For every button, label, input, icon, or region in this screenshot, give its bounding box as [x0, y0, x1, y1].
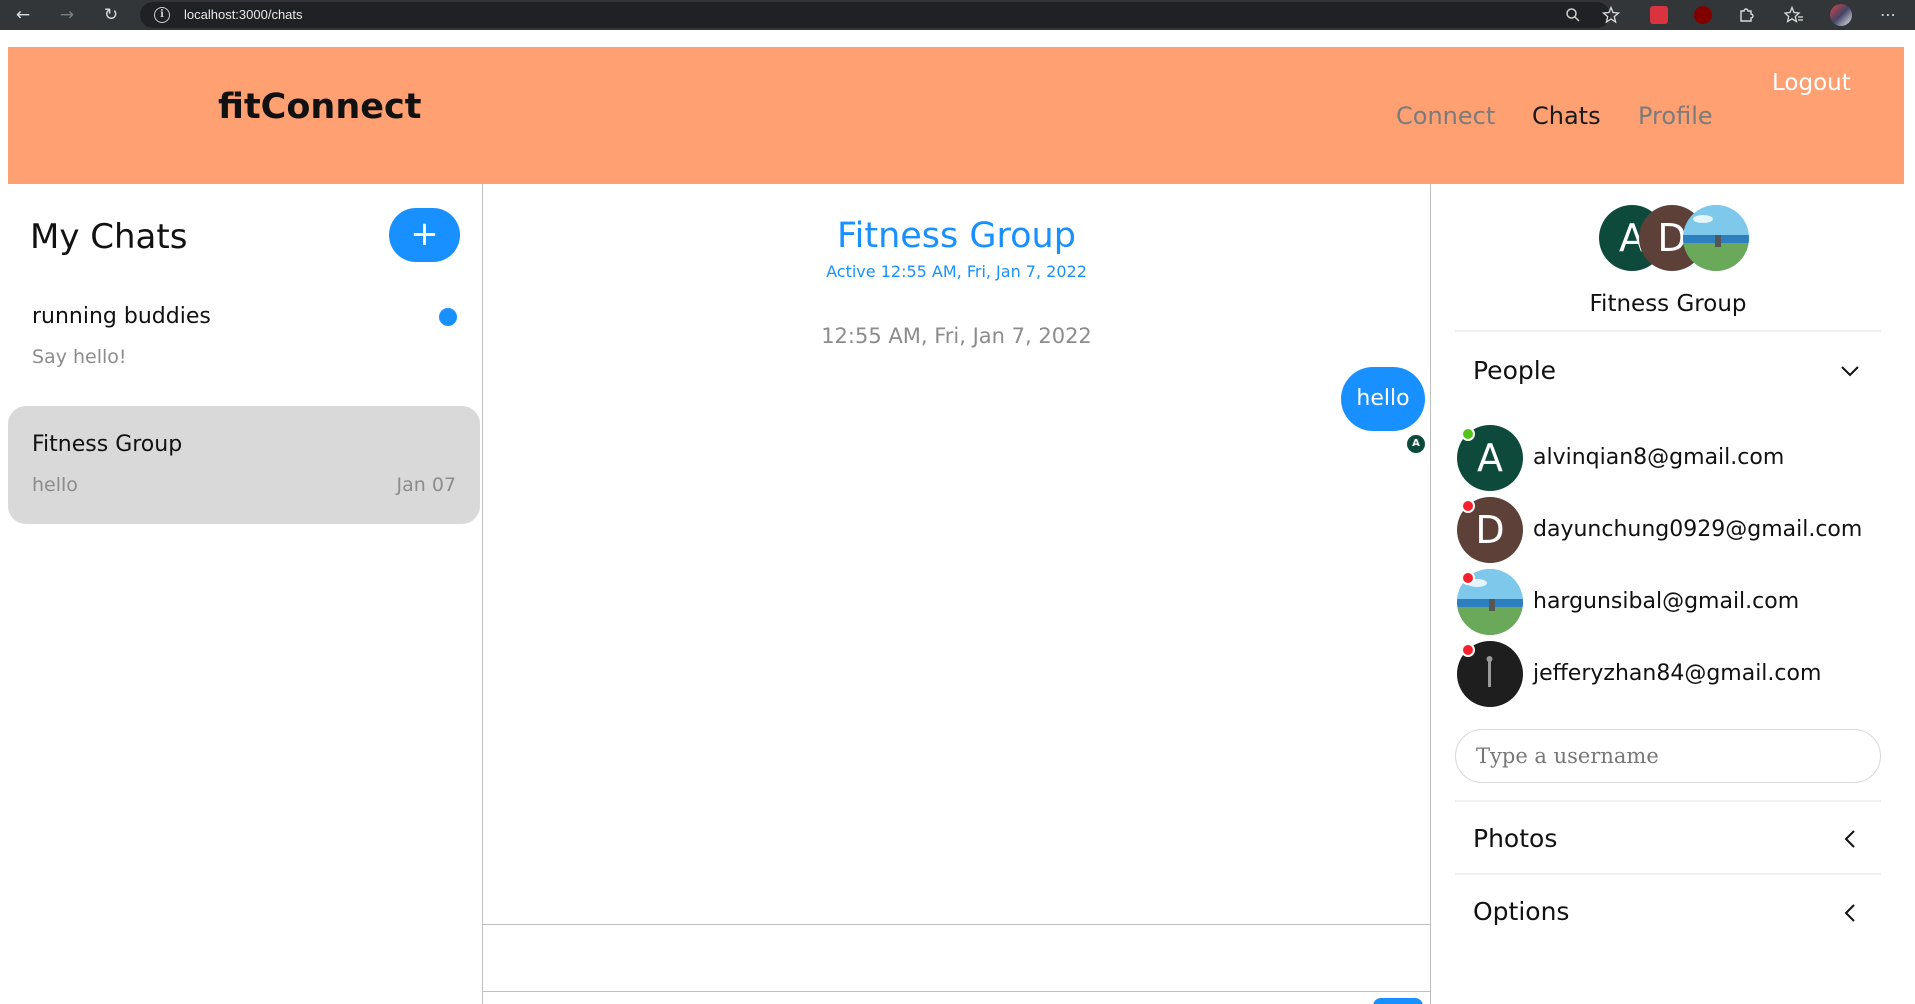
- chat-card-fitness-group[interactable]: Fitness Group hello Jan 07: [8, 406, 480, 524]
- offline-status-dot: [1461, 499, 1475, 513]
- reload-icon[interactable]: ↻: [100, 4, 122, 26]
- nav-chats[interactable]: Chats: [1532, 102, 1601, 130]
- offline-status-dot: [1461, 571, 1475, 585]
- group-avatar-landscape: [1683, 205, 1749, 271]
- app-header: fitConnect Connect Chats Profile Logout: [8, 47, 1904, 184]
- chat-card-title: Fitness Group: [32, 432, 183, 457]
- nav-connect[interactable]: Connect: [1396, 102, 1495, 130]
- message-input[interactable]: [483, 925, 1430, 991]
- add-username-input[interactable]: [1455, 729, 1881, 783]
- person-email: alvinqian8@gmail.com: [1533, 445, 1785, 470]
- chat-list-panel: My Chats + running buddies Say hello! Fi…: [8, 184, 482, 1004]
- person-email: dayunchung0929@gmail.com: [1533, 517, 1863, 542]
- divider: [1455, 800, 1881, 802]
- chevron-down-icon[interactable]: [1839, 360, 1861, 382]
- nav-profile[interactable]: Profile: [1638, 102, 1713, 130]
- read-receipt-avatar: A: [1407, 435, 1425, 453]
- message-bubble-mine[interactable]: hello: [1341, 367, 1425, 431]
- chat-card-last-message: hello: [32, 474, 78, 496]
- person-email: hargunsibal@gmail.com: [1533, 589, 1800, 614]
- chat-card-title: running buddies: [32, 304, 211, 329]
- favorites-icon[interactable]: [1784, 6, 1804, 24]
- chat-card-last-message: Say hello!: [32, 346, 127, 368]
- chat-card-date: Jan 07: [396, 474, 456, 496]
- person-row[interactable]: D dayunchung0929@gmail.com: [1457, 497, 1897, 563]
- favorite-star-icon[interactable]: [1602, 6, 1620, 24]
- person-row[interactable]: hargunsibal@gmail.com: [1457, 569, 1897, 635]
- ublock-icon[interactable]: [1694, 6, 1712, 24]
- send-button[interactable]: [1373, 998, 1423, 1004]
- options-section-title[interactable]: Options: [1473, 897, 1569, 926]
- new-chat-button[interactable]: +: [389, 208, 460, 262]
- offline-status-dot: [1461, 643, 1475, 657]
- person-email: jefferyzhan84@gmail.com: [1533, 661, 1822, 686]
- zoom-icon[interactable]: [1565, 7, 1581, 23]
- back-icon[interactable]: ←: [12, 4, 34, 26]
- browser-toolbar: ← → ↻ i localhost:3000/chats ⋯: [0, 0, 1915, 30]
- online-status-dot: [1461, 427, 1475, 441]
- extensions-puzzle-icon[interactable]: [1737, 6, 1755, 24]
- chat-list-title: My Chats: [30, 217, 188, 257]
- url-text: localhost:3000/chats: [184, 7, 303, 22]
- more-menu-icon[interactable]: ⋯: [1877, 4, 1899, 26]
- divider: [1455, 873, 1881, 875]
- extension-red-icon[interactable]: [1650, 6, 1668, 24]
- app-root: ← → ↻ i localhost:3000/chats ⋯ fitConnec: [0, 0, 1915, 1004]
- feed-active-status: Active 12:55 AM, Fri, Jan 7, 2022: [826, 262, 1087, 281]
- divider: [1455, 330, 1881, 332]
- photos-section-title[interactable]: Photos: [1473, 824, 1557, 853]
- message-timestamp: 12:55 AM, Fri, Jan 7, 2022: [821, 324, 1092, 348]
- unread-dot: [439, 308, 457, 326]
- person-row[interactable]: jefferyzhan84@gmail.com: [1457, 641, 1897, 707]
- chat-card-running-buddies[interactable]: running buddies Say hello!: [8, 288, 480, 406]
- address-bar[interactable]: i localhost:3000/chats: [140, 2, 1610, 28]
- feed-title: Fitness Group: [837, 216, 1076, 256]
- profile-avatar-icon[interactable]: [1830, 4, 1852, 26]
- chat-feed: Fitness Group Active 12:55 AM, Fri, Jan …: [483, 184, 1430, 1004]
- brand-logo[interactable]: fitConnect: [218, 87, 421, 127]
- chat-settings-panel: A D Fitness Group People A alvinqian8@gm…: [1431, 184, 1915, 1004]
- message-composer: [483, 924, 1430, 992]
- group-avatars: A D: [1599, 205, 1754, 271]
- person-row[interactable]: A alvinqian8@gmail.com: [1457, 425, 1897, 491]
- site-info-icon[interactable]: i: [154, 7, 170, 23]
- group-name: Fitness Group: [1589, 291, 1747, 317]
- people-section-title[interactable]: People: [1473, 356, 1556, 385]
- logout-link[interactable]: Logout: [1772, 70, 1851, 96]
- chevron-left-icon[interactable]: [1839, 828, 1861, 850]
- chevron-left-icon[interactable]: [1839, 902, 1861, 924]
- forward-icon[interactable]: →: [56, 4, 78, 26]
